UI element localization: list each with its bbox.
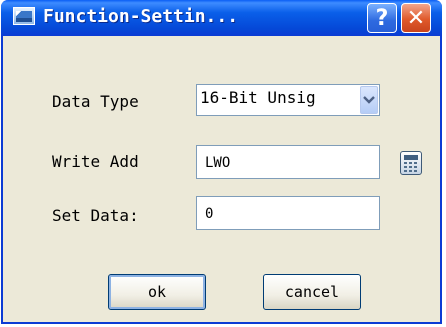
cancel-button[interactable]: cancel xyxy=(263,274,361,310)
close-button[interactable]: ✕ xyxy=(401,3,431,33)
app-window-icon xyxy=(13,7,35,25)
write-add-input[interactable]: LWO xyxy=(196,145,380,179)
ok-button[interactable]: ok xyxy=(108,274,206,310)
set-data-label: Set Data: xyxy=(52,206,139,225)
data-type-dropdown-button[interactable] xyxy=(360,86,378,114)
set-data-input[interactable]: 0 xyxy=(196,196,380,230)
help-button[interactable]: ? xyxy=(367,3,397,33)
help-icon: ? xyxy=(375,5,389,31)
data-type-selected-value: 16-Bit Unsig xyxy=(200,88,316,107)
data-type-label: Data Type xyxy=(52,92,139,111)
chevron-down-icon xyxy=(363,96,375,104)
close-icon: ✕ xyxy=(406,5,426,31)
write-add-label: Write Add xyxy=(52,152,139,171)
calculator-icon[interactable] xyxy=(400,151,422,175)
window-title: Function-Settin... xyxy=(43,6,239,27)
title-bar[interactable]: Function-Settin... ? ✕ xyxy=(1,0,442,36)
